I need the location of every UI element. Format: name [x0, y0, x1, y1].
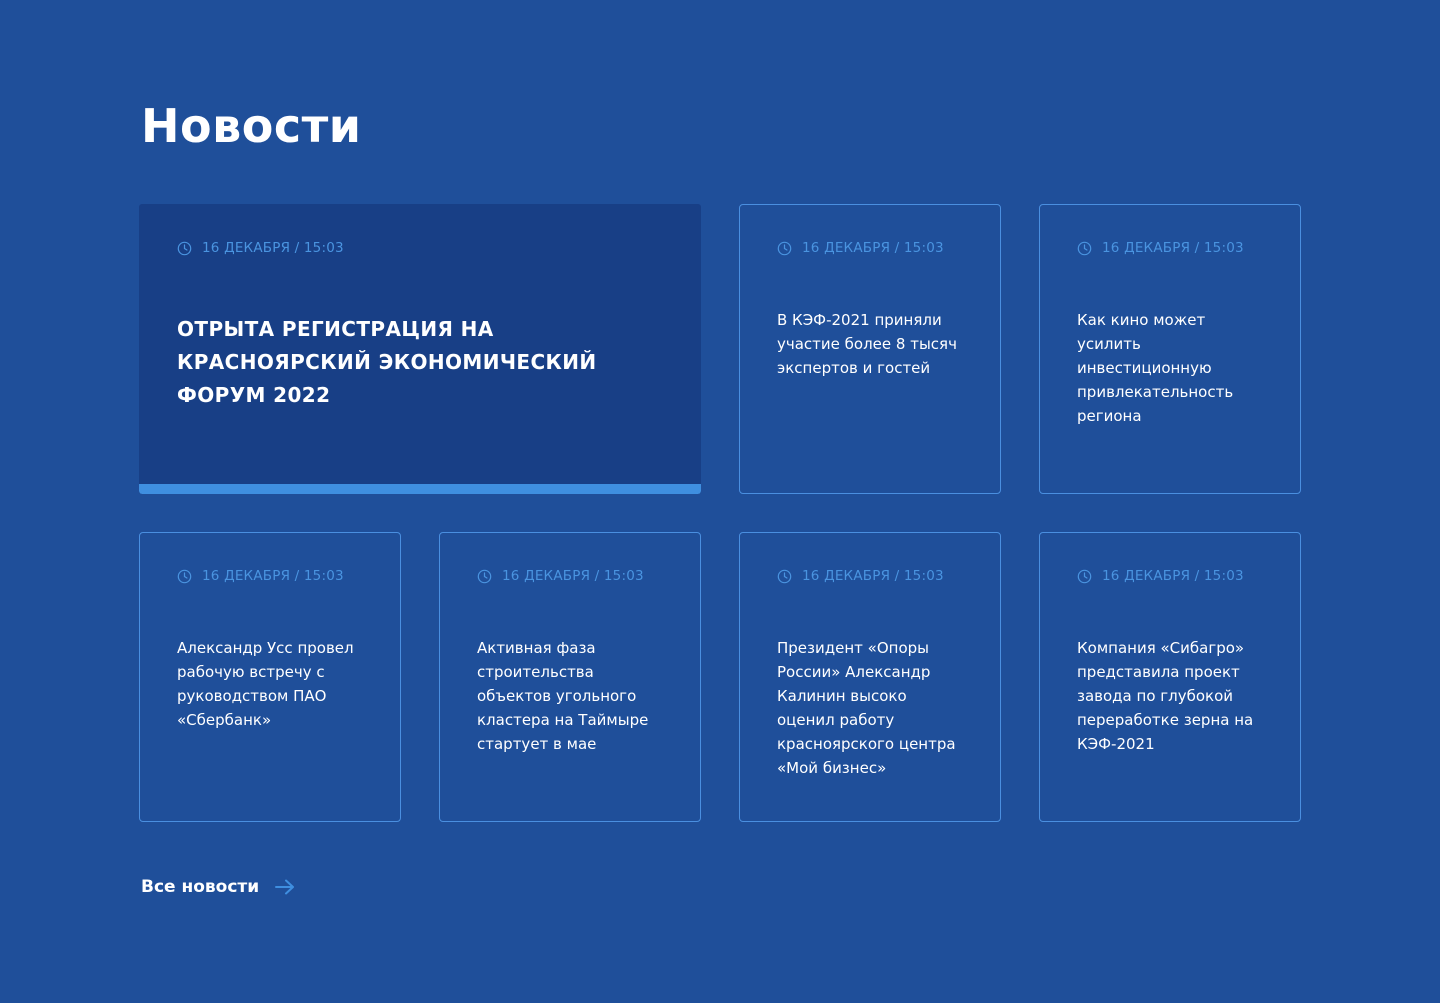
news-card-featured[interactable]: 16 ДЕКАБРЯ / 15:03 Отрыта регистрация на…	[139, 204, 701, 494]
news-title: Активная фаза строительства объектов уго…	[477, 639, 649, 753]
news-date: 16 ДЕКАБРЯ / 15:03	[177, 568, 366, 584]
news-date: 16 ДЕКАБРЯ / 15:03	[477, 568, 666, 584]
news-title: Компания «Сибагро» представила проект за…	[1077, 639, 1254, 753]
news-date: 16 ДЕКАБРЯ / 15:03	[777, 568, 966, 584]
news-title: Отрыта регистрация на Красноярский эконо…	[177, 317, 597, 407]
news-title: Как кино может усилить инвестиционную пр…	[1077, 311, 1234, 425]
all-news-label: Все новости	[141, 877, 260, 897]
news-date-text: 16 ДЕКАБРЯ / 15:03	[1102, 240, 1244, 256]
news-date-text: 16 ДЕКАБРЯ / 15:03	[202, 568, 344, 584]
news-date: 16 ДЕКАБРЯ / 15:03	[1077, 568, 1266, 584]
featured-accent-bar	[139, 484, 701, 494]
news-grid: 16 ДЕКАБРЯ / 15:03 Отрыта регистрация на…	[139, 204, 1301, 822]
news-card[interactable]: 16 ДЕКАБРЯ / 15:03 Активная фаза строите…	[439, 532, 701, 822]
clock-icon	[1077, 569, 1092, 583]
news-card[interactable]: 16 ДЕКАБРЯ / 15:03 Александр Усс провел …	[139, 532, 401, 822]
clock-icon	[177, 241, 192, 255]
news-date-text: 16 ДЕКАБРЯ / 15:03	[202, 240, 344, 256]
clock-icon	[777, 569, 792, 583]
clock-icon	[1077, 241, 1092, 255]
news-date-text: 16 ДЕКАБРЯ / 15:03	[1102, 568, 1244, 584]
all-news-link[interactable]: Все новости	[141, 877, 295, 897]
news-date-text: 16 ДЕКАБРЯ / 15:03	[502, 568, 644, 584]
arrow-right-icon	[275, 879, 295, 895]
news-card[interactable]: 16 ДЕКАБРЯ / 15:03 Компания «Сибагро» пр…	[1039, 532, 1301, 822]
news-date-text: 16 ДЕКАБРЯ / 15:03	[802, 240, 944, 256]
news-title: В КЭФ-2021 приняли участие более 8 тысяч…	[777, 311, 957, 377]
page-title: Новости	[141, 99, 362, 153]
news-card[interactable]: 16 ДЕКАБРЯ / 15:03 Президент «Опоры Росс…	[739, 532, 1001, 822]
news-title: Александр Усс провел рабочую встречу с р…	[177, 639, 354, 729]
news-card[interactable]: 16 ДЕКАБРЯ / 15:03 В КЭФ-2021 приняли уч…	[739, 204, 1001, 494]
news-card[interactable]: 16 ДЕКАБРЯ / 15:03 Как кино может усилит…	[1039, 204, 1301, 494]
clock-icon	[177, 569, 192, 583]
clock-icon	[477, 569, 492, 583]
news-date: 16 ДЕКАБРЯ / 15:03	[1077, 240, 1266, 256]
news-date: 16 ДЕКАБРЯ / 15:03	[777, 240, 966, 256]
news-title: Президент «Опоры России» Александр Калин…	[777, 639, 956, 777]
news-date: 16 ДЕКАБРЯ / 15:03	[177, 240, 665, 256]
news-date-text: 16 ДЕКАБРЯ / 15:03	[802, 568, 944, 584]
clock-icon	[777, 241, 792, 255]
